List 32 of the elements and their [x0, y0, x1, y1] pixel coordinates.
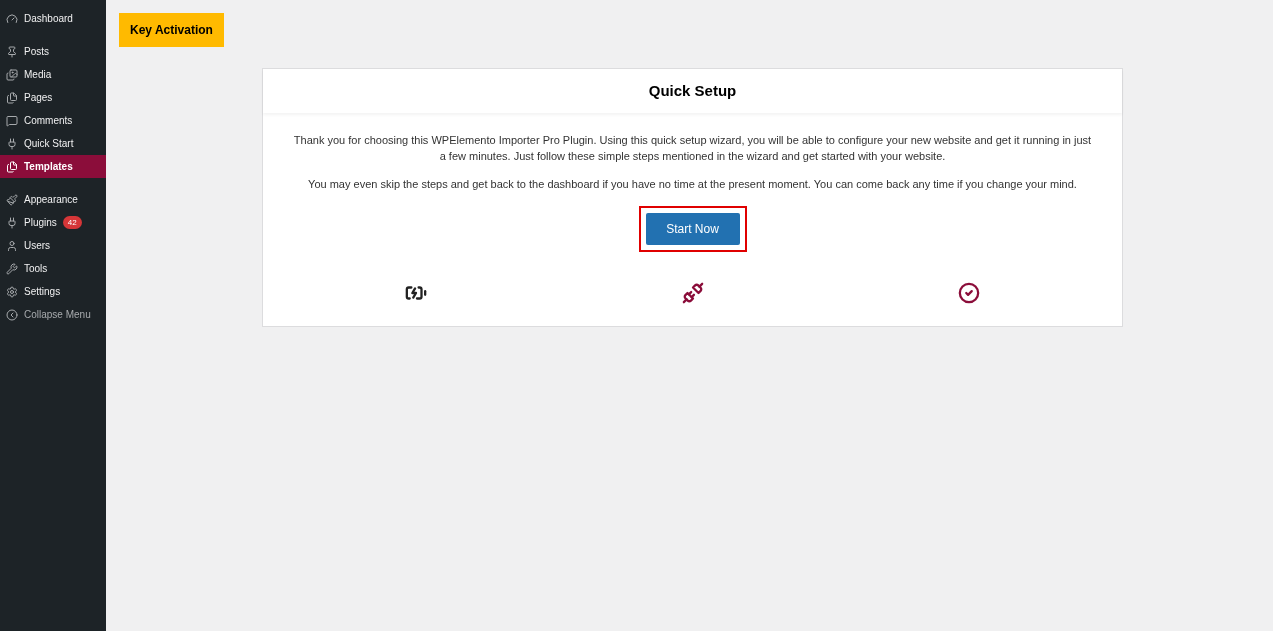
sidebar-item[interactable]: Pages [0, 86, 106, 109]
sidebar-item[interactable]: Settings [0, 280, 106, 303]
sidebar-item[interactable]: Tools [0, 257, 106, 280]
card-title: Quick Setup [648, 80, 737, 101]
dashboard-icon [6, 12, 18, 25]
user-icon [6, 239, 18, 252]
collapse-icon [6, 308, 18, 321]
sidebar-item[interactable]: Posts [0, 40, 106, 63]
plug-icon [6, 137, 18, 150]
sidebar-item[interactable]: Users [0, 234, 106, 257]
brush-icon [6, 193, 18, 206]
pages-icon [6, 160, 18, 173]
pin-icon [6, 45, 18, 58]
intro-paragraph: You may even skip the steps and get back to the dashboard if you have no time at the present moment. You can come back any time if you change your mind. [307, 177, 1078, 192]
key-activation-button[interactable]: Key Activation [119, 13, 224, 47]
start-now-button[interactable]: Start Now [645, 213, 740, 245]
intro-paragraph: Thank you for choosing this WPElemento Importer Pro Plugin. Using this quick setup wizard, you will be able to configure your new website and get it running in just a few minutes. Just follow these simple steps mentioned in the wizard and get started with your website. [292, 133, 1093, 164]
wrench-icon [6, 262, 18, 275]
settings-icon [6, 285, 18, 298]
sidebar-item[interactable]: Quick Start [0, 132, 106, 155]
sidebar-item[interactable]: Dashboard [0, 7, 106, 30]
sidebar-item[interactable]: Comments [0, 109, 106, 132]
pages-icon [6, 91, 18, 104]
count-badge: 42 [62, 216, 82, 229]
sidebar-item[interactable]: Appearance [0, 188, 106, 211]
images-icon [6, 68, 18, 81]
comment-icon [6, 114, 18, 127]
plug-icon [6, 216, 18, 229]
sidebar-item[interactable]: Media [0, 63, 106, 86]
sidebar-item[interactable]: Collapse Menu [0, 303, 106, 326]
sidebar-item[interactable]: Templates [0, 155, 106, 178]
sidebar-item[interactable]: Plugins 42 [0, 211, 106, 234]
